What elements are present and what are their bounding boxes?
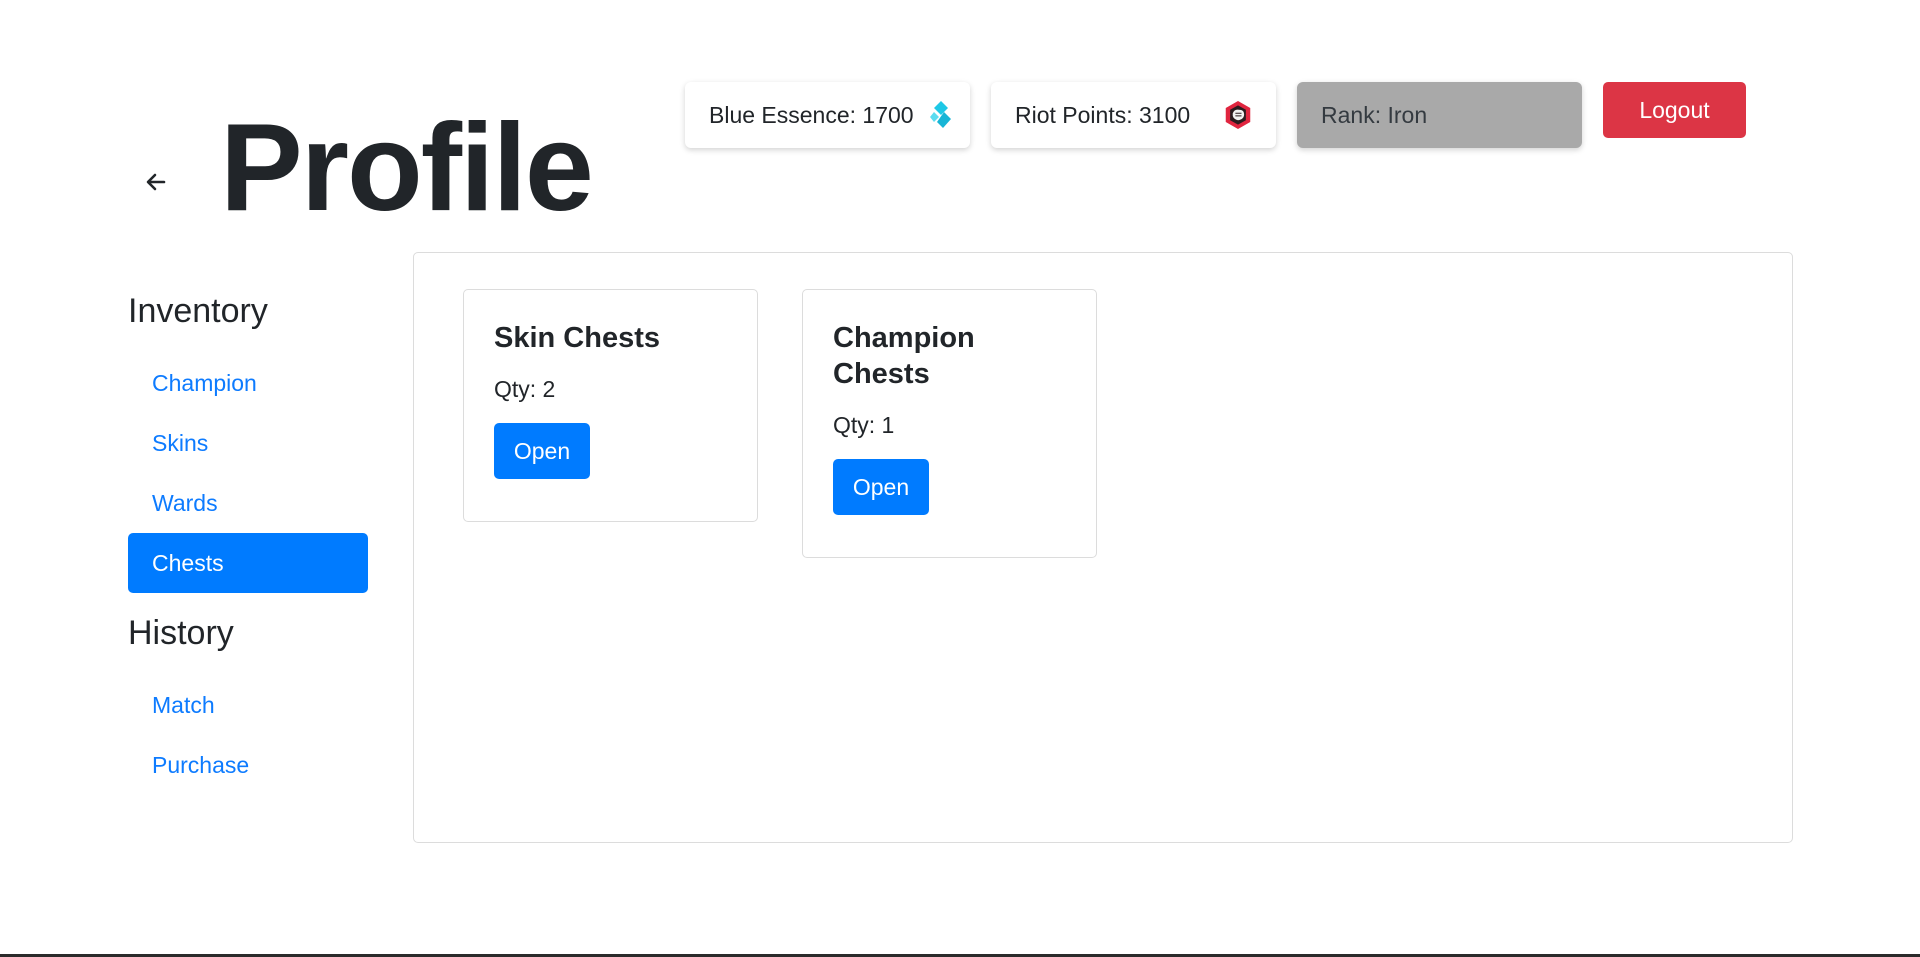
open-skin-chest-button[interactable]: Open (494, 423, 590, 479)
sidebar-item-match[interactable]: Match (128, 675, 368, 735)
history-nav: Match Purchase (128, 675, 368, 795)
rank-label: Rank: Iron (1321, 101, 1428, 128)
riot-points-label: Riot Points: 3100 (1015, 101, 1191, 128)
blue-essence-card: Blue Essence: 1700 (685, 82, 970, 148)
profile-page: Profile Blue Essence: 1700 Riot Points: … (0, 0, 1920, 957)
inventory-nav: Champion Skins Wards Chests (128, 353, 368, 593)
sidebar-item-skins[interactable]: Skins (128, 413, 368, 473)
chest-card-champion: Champion Chests Qty: 1 Open (802, 289, 1097, 558)
open-champion-chest-button[interactable]: Open (833, 459, 929, 515)
logout-button[interactable]: Logout (1603, 82, 1746, 138)
back-button[interactable] (140, 166, 172, 198)
sidebar-item-purchase[interactable]: Purchase (128, 735, 368, 795)
chest-quantity: Qty: 2 (494, 376, 556, 402)
sidebar-item-champion[interactable]: Champion (128, 353, 368, 413)
chest-quantity: Qty: 1 (833, 412, 895, 438)
rank-card: Rank: Iron (1297, 82, 1582, 148)
blue-essence-icon (928, 101, 954, 129)
chest-card-skin: Skin Chests Qty: 2 Open (463, 289, 758, 522)
riot-points-card: Riot Points: 3100 (991, 82, 1276, 148)
riot-points-icon (1224, 101, 1252, 129)
page-title: Profile (220, 99, 594, 237)
sidebar: Inventory Champion Skins Wards Chests Hi… (128, 285, 368, 809)
chests-panel: Skin Chests Qty: 2 Open Champion Chests … (413, 252, 1793, 843)
chest-title: Champion Chests (833, 322, 975, 390)
history-heading: History (128, 614, 234, 652)
arrow-left-icon (146, 173, 166, 191)
sidebar-item-wards[interactable]: Wards (128, 473, 368, 533)
sidebar-item-chests[interactable]: Chests (128, 533, 368, 593)
blue-essence-label: Blue Essence: 1700 (709, 101, 914, 128)
inventory-heading: Inventory (128, 292, 268, 330)
chest-title: Skin Chests (494, 322, 660, 354)
